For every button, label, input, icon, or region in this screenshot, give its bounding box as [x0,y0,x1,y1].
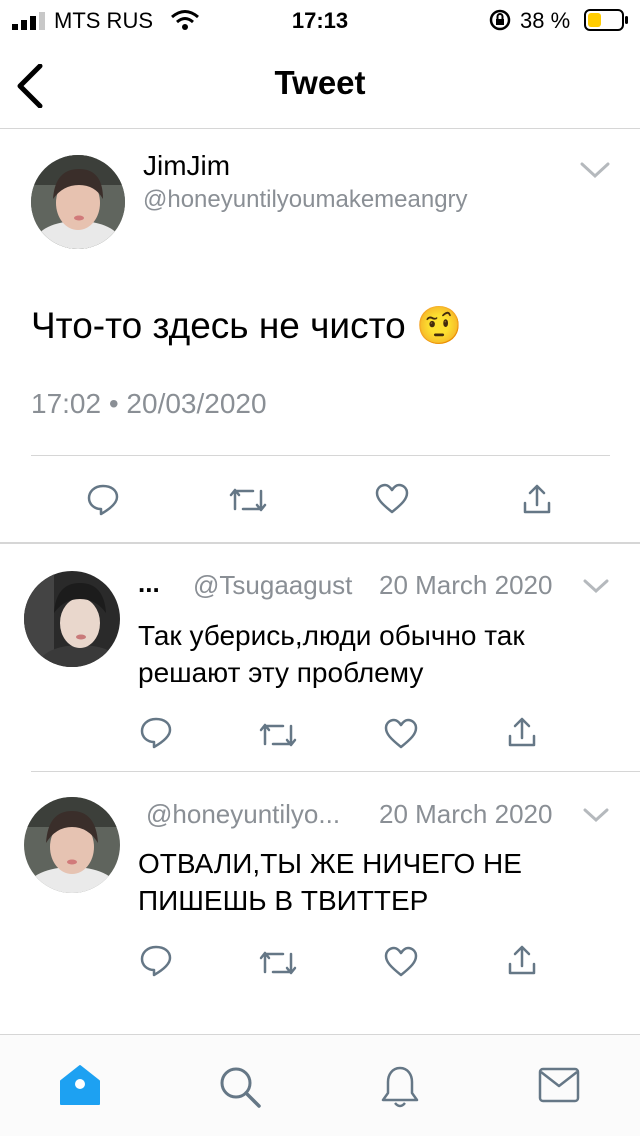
tweet-text: Что-то здесь не чисто 🤨 [31,305,462,348]
reply-icon[interactable] [86,483,120,517]
tweet-divider [31,455,610,456]
like-icon[interactable] [374,483,410,515]
like-icon[interactable] [383,946,419,978]
reply-text-line: решают эту проблему [138,657,424,688]
reply-text-line: Так уберись,люди обычно так [138,620,525,651]
reply-icon[interactable] [139,944,173,978]
tweet-text-content: Что-то здесь не чисто [31,305,406,346]
author-name[interactable]: JimJim [143,150,230,182]
author-handle[interactable]: @honeyuntilyoumakemeangry [143,186,468,214]
reply-text: Так уберись,люди обычно так решают эту п… [138,617,525,691]
chevron-down-icon[interactable] [580,160,610,180]
reply-text: ОТВАЛИ,ТЫ ЖЕ НИЧЕГО НЕ ПИШЕШЬ В ТВИТТЕР [138,845,522,919]
avatar[interactable] [24,571,120,667]
avatar[interactable] [31,155,125,249]
search-icon[interactable] [218,1065,262,1109]
header-divider [0,128,640,129]
reply-handle[interactable]: @Tsugaagust [193,570,352,601]
tweet-timestamp: 17:02 • 20/03/2020 [31,388,267,419]
reply-date: 20 March 2020 [379,799,553,829]
reply-icon[interactable] [139,716,173,750]
retweet-icon[interactable] [259,948,297,978]
section-divider [0,542,640,544]
reply-author-name[interactable]: ... [138,568,160,599]
reply-text-line: ОТВАЛИ,ТЫ ЖЕ НИЧЕГО НЕ [138,848,522,879]
reply-handle[interactable]: @honeyuntilyo... [146,799,340,830]
raised-eyebrow-emoji: 🤨 [415,305,463,346]
chevron-down-icon[interactable] [583,807,609,823]
battery-percentage: 38 % [520,8,571,33]
battery-icon [584,9,628,31]
reply-divider [31,771,640,772]
retweet-icon[interactable] [229,485,267,515]
share-icon[interactable] [507,716,537,748]
retweet-icon[interactable] [259,720,297,750]
home-icon[interactable] [58,1063,102,1107]
reply-date: 20 March 2020 [379,570,553,600]
orientation-lock-icon [489,9,511,31]
page-title: Tweet [274,64,366,101]
avatar[interactable] [24,797,120,893]
share-icon[interactable] [507,944,537,976]
tab-bar [0,1035,640,1136]
share-icon[interactable] [522,483,552,515]
reply-text-line: ПИШЕШЬ В ТВИТТЕР [138,885,429,916]
chevron-down-icon[interactable] [583,578,609,594]
messages-icon[interactable] [538,1067,580,1103]
status-bar: MTS RUS 17:13 38 % [0,0,640,40]
notifications-icon[interactable] [380,1065,420,1109]
like-icon[interactable] [383,718,419,750]
